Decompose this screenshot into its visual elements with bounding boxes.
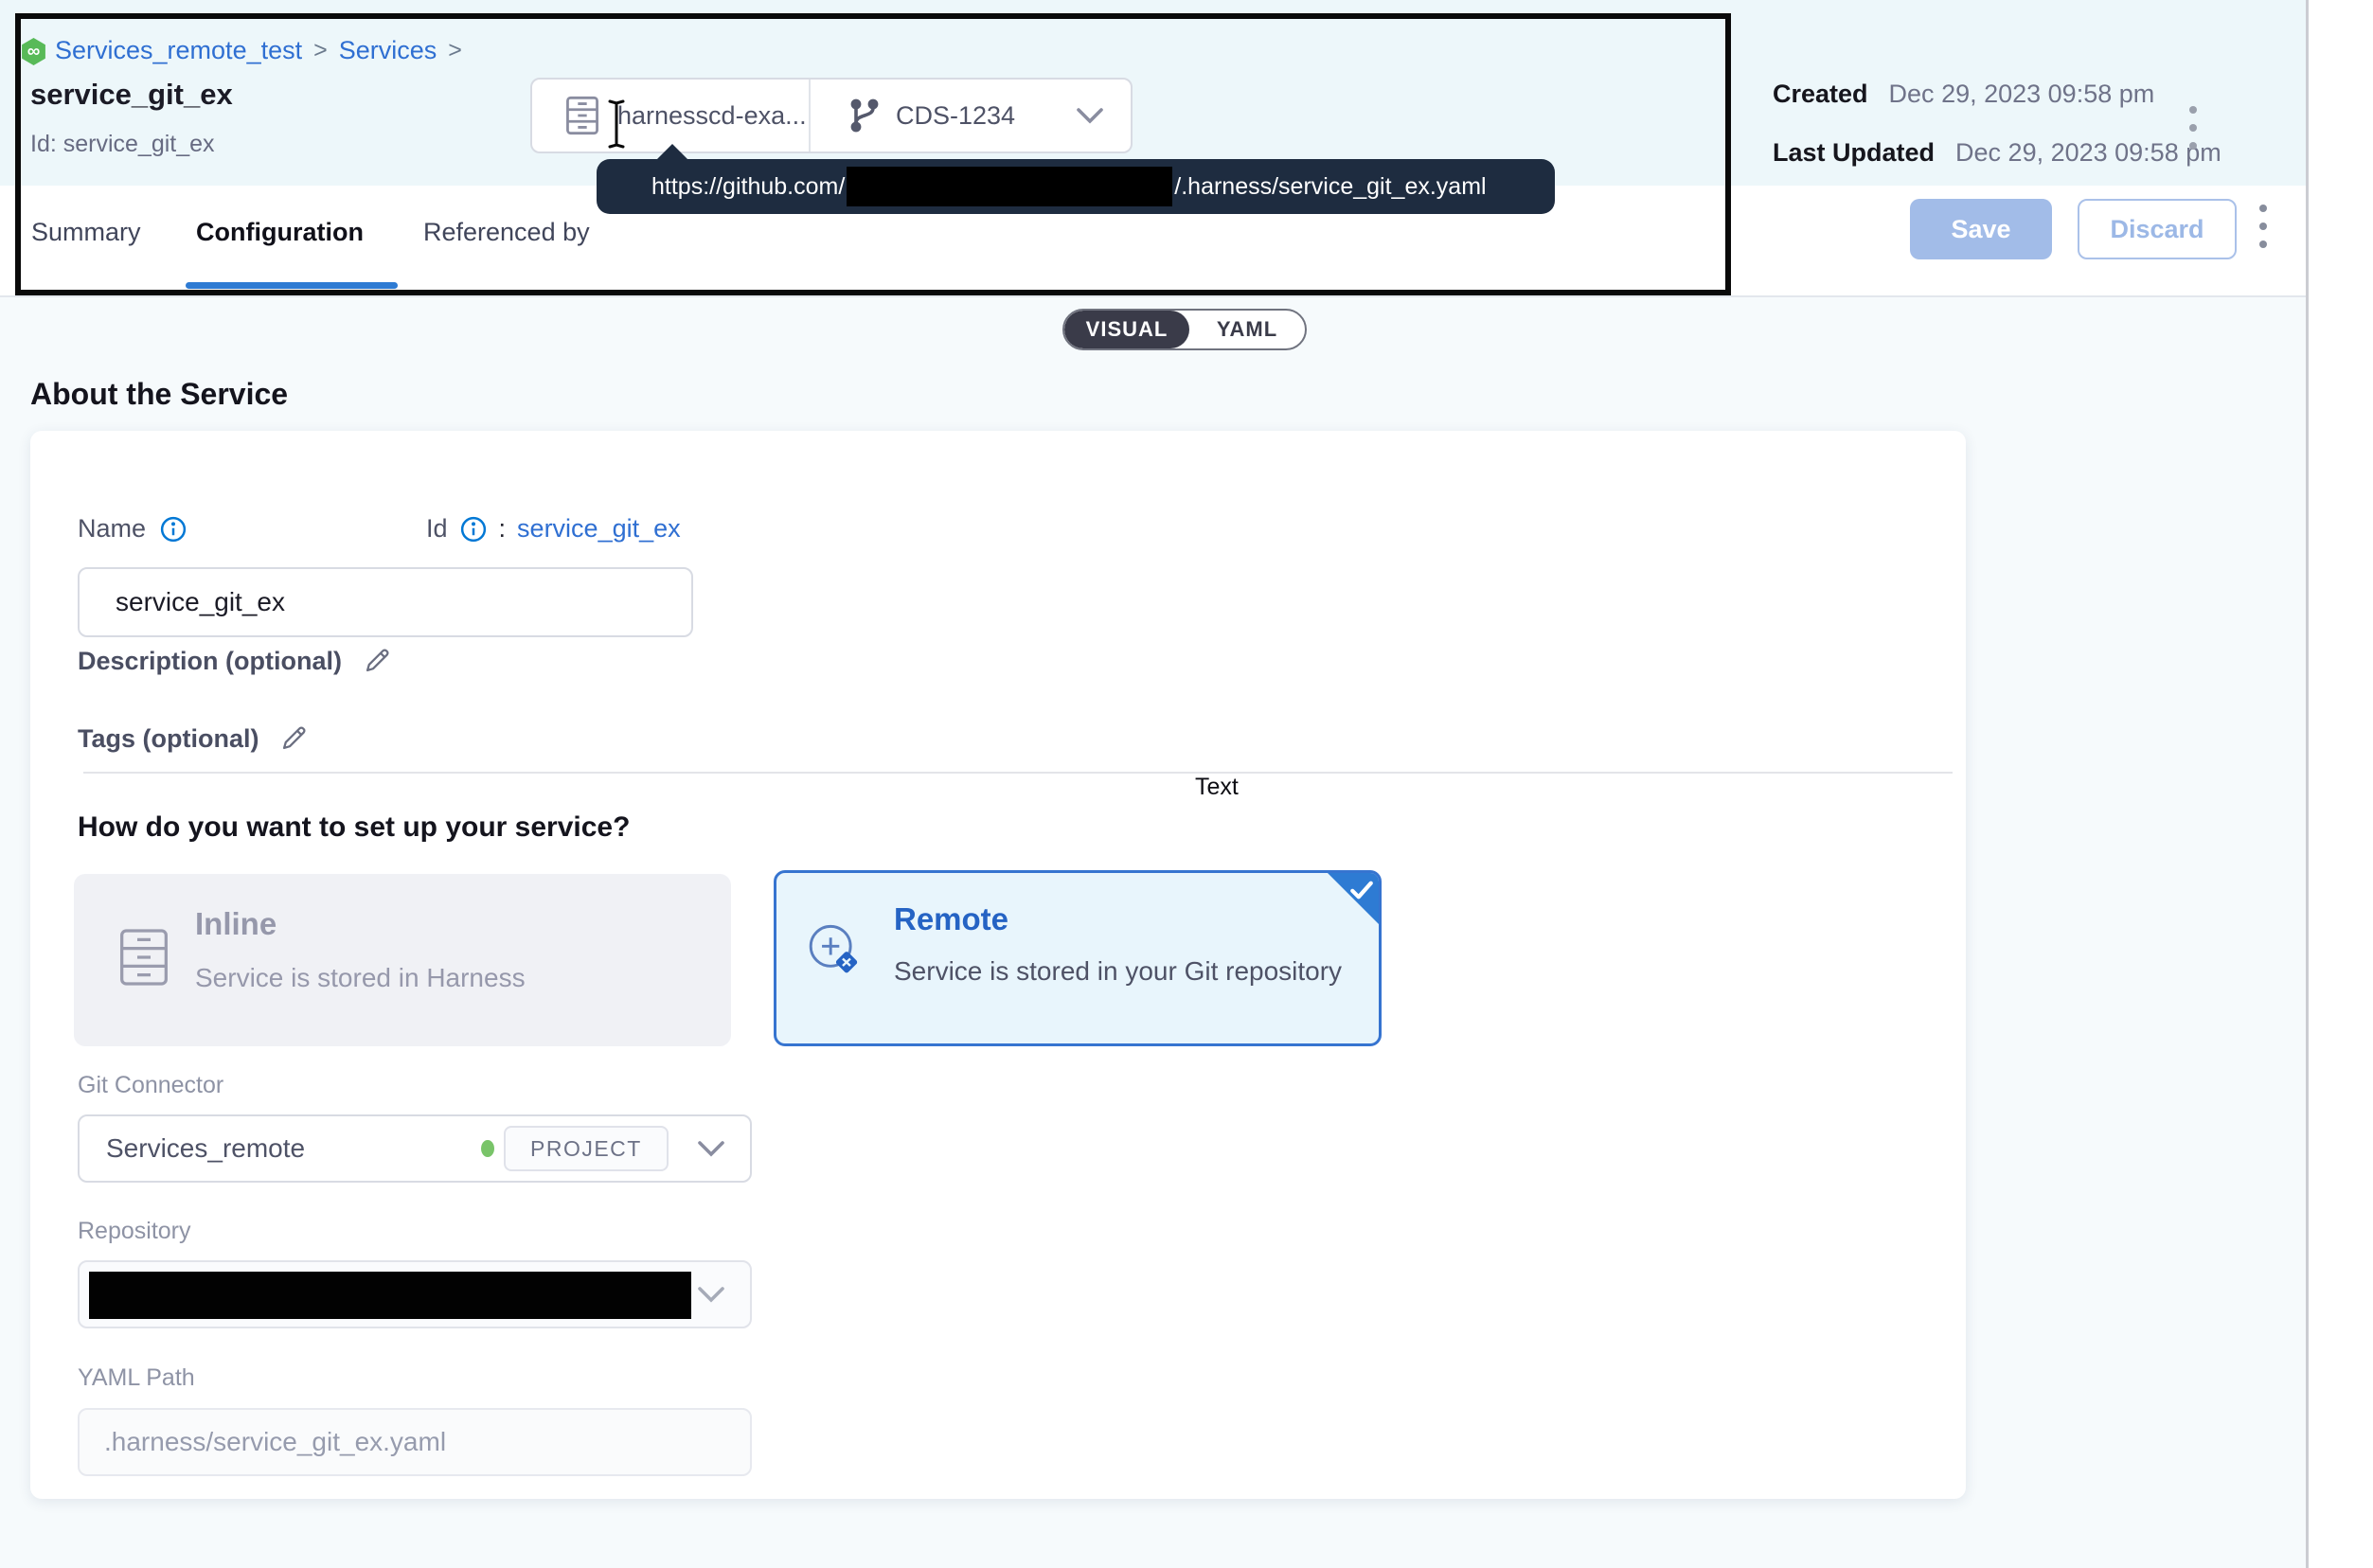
save-button[interactable]: Save <box>1910 199 2052 259</box>
breadcrumb-separator-icon: > <box>313 37 328 64</box>
page-right-margin <box>2306 0 2373 1568</box>
visual-yaml-toggle: VISUAL YAML <box>1062 309 1307 350</box>
remote-option-subtitle: Service is stored in your Git repository <box>894 956 1342 987</box>
breadcrumb: Services_remote_test > Services > <box>55 36 462 65</box>
page-title: service_git_ex <box>30 78 233 112</box>
git-connector-select[interactable]: Services_remote PROJECT <box>78 1114 752 1183</box>
last-updated-label: Last Updated <box>1773 138 1935 168</box>
discard-button[interactable]: Discard <box>2078 199 2237 259</box>
branch-selector-section[interactable]: CDS-1234 <box>809 80 1131 151</box>
header-more-options-button[interactable] <box>2189 106 2197 150</box>
toolbar-more-options-button[interactable] <box>2259 205 2267 248</box>
id-display-row: Id : service_git_ex <box>426 514 681 543</box>
active-tab-underline <box>186 282 398 289</box>
yaml-toggle-button[interactable]: YAML <box>1189 311 1305 348</box>
section-divider <box>83 772 1953 774</box>
edit-pencil-icon[interactable] <box>277 722 310 755</box>
chevron-down-icon <box>697 1286 725 1303</box>
repository-select[interactable] <box>78 1260 752 1328</box>
branch-name-text: CDS-1234 <box>896 101 1015 131</box>
repo-selector-section[interactable]: harnesscd-exa... <box>532 80 809 151</box>
id-value-link[interactable]: service_git_ex <box>517 514 681 543</box>
created-label: Created <box>1773 80 1868 109</box>
edit-pencil-icon[interactable] <box>361 645 393 677</box>
floating-text-label: Text <box>1195 774 1239 801</box>
name-label: Name <box>78 514 146 543</box>
repository-label: Repository <box>78 1218 191 1245</box>
service-config-card: Name Id : service_git_ex Description (op… <box>30 431 1966 1499</box>
redacted-repository-value <box>89 1272 691 1319</box>
breadcrumb-services-link[interactable]: Services <box>339 36 437 65</box>
about-service-heading: About the Service <box>30 377 288 412</box>
info-icon[interactable] <box>459 515 488 543</box>
remote-git-icon <box>803 920 862 979</box>
id-label: Id <box>426 514 448 543</box>
service-id-text: Id: service_git_ex <box>30 131 215 158</box>
last-updated-value: Dec 29, 2023 09:58 pm <box>1955 138 2221 168</box>
tooltip-url-prefix: https://github.com/ <box>651 173 845 201</box>
name-label-row: Name <box>78 514 187 543</box>
tab-configuration[interactable]: Configuration <box>196 218 364 247</box>
remote-option-card[interactable]: Remote Service is stored in your Git rep… <box>774 870 1382 1046</box>
tags-label: Tags (optional) <box>78 724 259 754</box>
inline-option-title: Inline <box>195 906 277 942</box>
id-colon: : <box>499 514 507 543</box>
yaml-path-label: YAML Path <box>78 1364 195 1392</box>
tags-row: Tags (optional) <box>78 722 310 755</box>
description-label: Description (optional) <box>78 647 342 676</box>
created-meta: Created Dec 29, 2023 09:58 pm <box>1773 80 2154 109</box>
setup-question-heading: How do you want to set up your service? <box>78 811 630 844</box>
scope-badge: PROJECT <box>504 1126 669 1171</box>
text-cursor-icon <box>604 98 629 150</box>
remote-option-title: Remote <box>894 901 1008 937</box>
breadcrumb-separator-icon: > <box>448 37 462 64</box>
inline-option-card[interactable]: Inline Service is stored in Harness <box>74 874 731 1046</box>
redacted-url-segment <box>847 167 1172 206</box>
git-connector-value: Services_remote <box>106 1133 305 1164</box>
info-icon[interactable] <box>159 515 187 543</box>
tab-referenced-by[interactable]: Referenced by <box>423 218 590 247</box>
last-updated-meta: Last Updated Dec 29, 2023 09:58 pm <box>1773 138 2221 168</box>
connector-status-dot <box>481 1140 494 1157</box>
yaml-path-input[interactable] <box>78 1408 752 1476</box>
service-configuration-page: ∞ Services_remote_test > Services > serv… <box>0 0 2373 1568</box>
repo-name-text: harnesscd-exa... <box>617 101 807 131</box>
visual-toggle-button[interactable]: VISUAL <box>1064 311 1189 348</box>
git-branch-icon <box>847 97 881 134</box>
yaml-url-tooltip: https://github.com/ /.harness/service_gi… <box>597 159 1555 214</box>
repository-icon <box>564 96 600 135</box>
breadcrumb-project-link[interactable]: Services_remote_test <box>55 36 302 65</box>
description-row: Description (optional) <box>78 645 393 677</box>
inline-storage-icon <box>117 927 170 988</box>
checkmark-icon <box>1349 880 1374 900</box>
inline-option-subtitle: Service is stored in Harness <box>195 963 526 993</box>
created-value: Dec 29, 2023 09:58 pm <box>1889 80 2155 109</box>
name-input[interactable] <box>78 567 693 637</box>
tooltip-url-suffix: /.harness/service_git_ex.yaml <box>1174 173 1486 201</box>
chevron-down-icon <box>1076 107 1104 124</box>
tab-summary[interactable]: Summary <box>31 218 141 247</box>
chevron-down-icon <box>697 1140 725 1157</box>
git-connector-label: Git Connector <box>78 1072 223 1099</box>
